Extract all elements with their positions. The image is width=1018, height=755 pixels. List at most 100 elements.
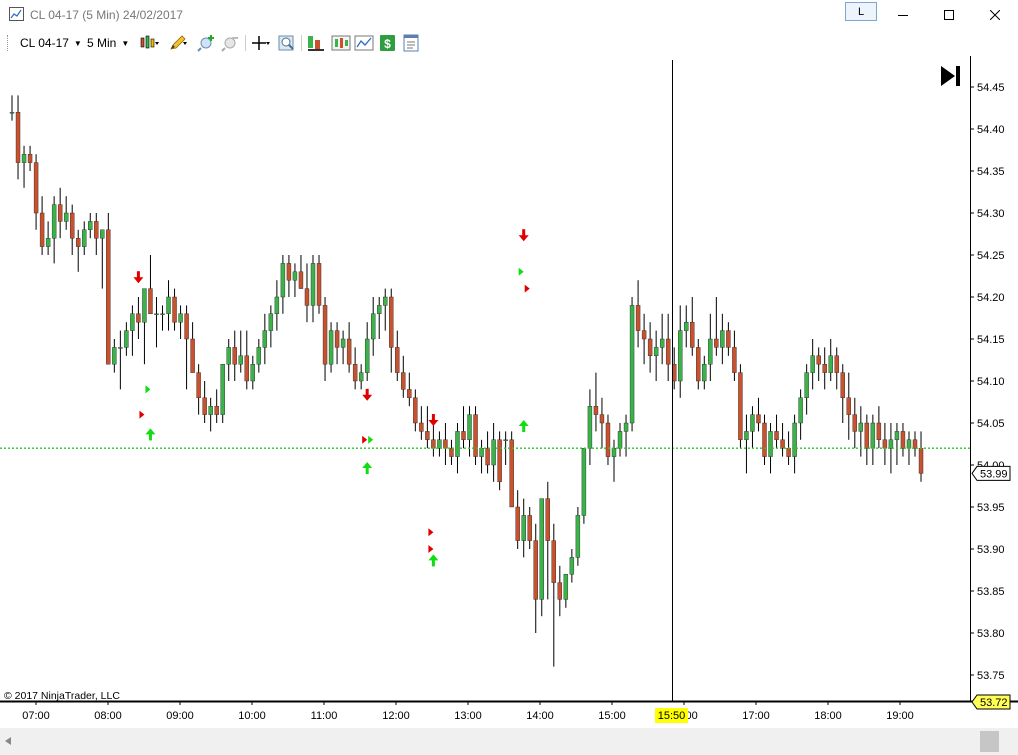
sell-arrow (133, 271, 144, 284)
price-tick-label: 53.80 (977, 628, 1005, 640)
bar-type-icon[interactable] (139, 33, 159, 53)
candle (804, 364, 809, 415)
candle-body (63, 212, 69, 222)
candle-body (551, 540, 556, 583)
candle-body (744, 431, 749, 440)
candle-body (617, 431, 623, 449)
scroll-thumb[interactable] (980, 731, 999, 752)
buy-arrow-head (145, 428, 156, 435)
candle (491, 423, 496, 482)
candle (461, 406, 466, 449)
candle-body (726, 330, 731, 348)
horizontal-scrollbar[interactable] (0, 728, 1018, 755)
link-button[interactable]: L (845, 2, 877, 21)
candle (118, 330, 123, 390)
candle-body (364, 338, 370, 373)
candle (256, 339, 262, 373)
scroll-left-icon[interactable] (4, 737, 12, 746)
candle (226, 339, 231, 381)
candle-body (389, 296, 394, 348)
candle-body (906, 439, 912, 449)
candle (88, 213, 93, 239)
chart-style-icon[interactable] (354, 33, 374, 53)
candle (262, 313, 268, 365)
candle-body (834, 355, 839, 373)
entry-triangle-red (139, 410, 145, 419)
buy-arrow-shaft (431, 559, 435, 567)
candle (63, 196, 69, 230)
price-markers-icon[interactable]: $ (378, 33, 398, 53)
candle-body (780, 439, 785, 449)
zoom-box-icon[interactable] (277, 33, 297, 53)
zoom-out-icon[interactable] (221, 33, 241, 53)
strategies-icon[interactable] (306, 33, 326, 53)
candle (190, 322, 195, 373)
candle-body (322, 305, 328, 365)
candle (828, 339, 833, 381)
candle-body (178, 313, 183, 323)
drawing-tools-icon[interactable] (168, 33, 188, 53)
candle (653, 330, 659, 381)
crosshair-icon[interactable] (251, 33, 271, 53)
minimize-button[interactable] (880, 0, 926, 30)
candle-body (130, 313, 135, 331)
buy-arrow-shaft (365, 467, 369, 474)
candle (280, 255, 286, 314)
price-tick-label: 54.10 (977, 376, 1005, 388)
candle (750, 406, 755, 449)
candle (545, 481, 550, 600)
instrument-selector[interactable]: CL 04-17 ▼ (20, 36, 82, 50)
close-button[interactable] (972, 0, 1018, 30)
candle-body (918, 448, 924, 474)
buy-arrow (428, 554, 439, 567)
price-chart[interactable]: 54.45 54.40 54.35 54.30 54.25 54.20 54.15 54.10… (0, 56, 1018, 728)
properties-icon[interactable] (401, 33, 421, 53)
scroll-to-end-icon[interactable] (941, 66, 960, 86)
candle-body (678, 330, 683, 382)
chart-area[interactable]: 54.45 54.40 54.35 54.30 54.25 54.20 54.15 54.10… (0, 56, 1018, 755)
buy-arrow (362, 462, 373, 474)
crosshair-price-label: 53.72 (980, 697, 1008, 709)
candle (250, 355, 256, 390)
maximize-button[interactable] (926, 0, 972, 30)
toolbar-grip[interactable] (7, 35, 10, 51)
candle-body (383, 296, 388, 306)
candle-body (358, 372, 364, 382)
candle (557, 565, 563, 617)
title-bar: CL 04-17 (5 Min) 24/02/2017 L (0, 0, 1018, 30)
time-tick-label: 11:00 (311, 710, 338, 722)
candle (678, 305, 683, 398)
candle-body (202, 397, 207, 415)
candle-body (160, 313, 165, 315)
candle (617, 423, 623, 457)
candle-body (846, 397, 851, 415)
sell-arrow-shaft (365, 388, 369, 396)
zoom-in-icon[interactable] (197, 33, 217, 53)
sell-arrow-head (133, 277, 144, 284)
candle-body (33, 162, 39, 214)
candle (641, 313, 647, 365)
candle (509, 431, 514, 508)
candle-body (696, 347, 701, 382)
candle-body (172, 296, 177, 323)
candle-body (473, 414, 478, 457)
interval-selector[interactable]: 5 Min ▼ (87, 36, 129, 50)
candle-body (371, 313, 376, 340)
candle (780, 423, 785, 457)
candle-body (280, 263, 286, 298)
interval-label: 5 Min (87, 36, 117, 50)
candle (623, 414, 629, 457)
sell-arrow (362, 388, 373, 401)
candle-body (581, 448, 587, 516)
buy-arrow-shaft (148, 433, 152, 441)
candle-body (527, 515, 532, 541)
candle-body (702, 364, 707, 382)
candle (94, 213, 99, 255)
time-tick-label: 07:00 (22, 710, 50, 722)
candle (563, 574, 569, 608)
indicators-icon[interactable] (331, 33, 351, 53)
candle (467, 406, 472, 457)
candle (912, 431, 918, 457)
candle (419, 406, 424, 440)
candle (473, 406, 478, 465)
